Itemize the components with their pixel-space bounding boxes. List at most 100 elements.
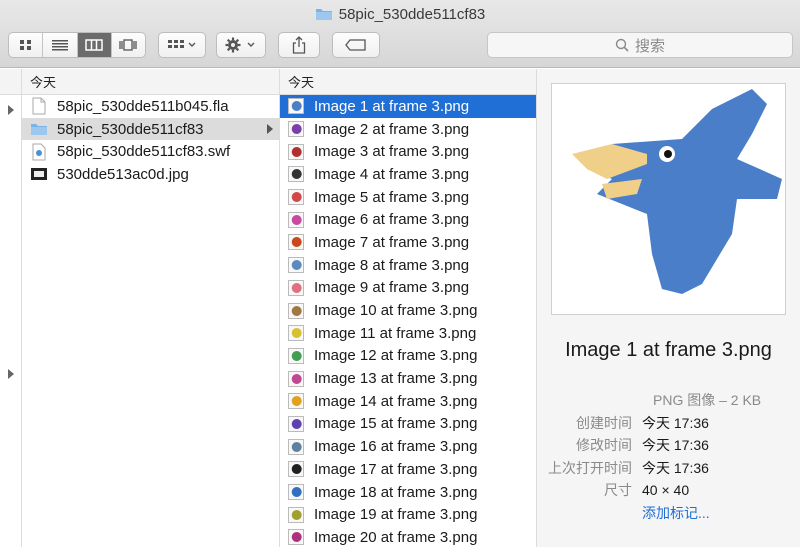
png-thumbnail-icon [288, 121, 304, 138]
grid-icon [19, 40, 31, 50]
list-item[interactable]: 58pic_530dde511cf83 [22, 117, 279, 141]
table-row[interactable]: Image 15 at frame 3.png [280, 413, 536, 436]
file-name: Image 1 at frame 3.png [314, 97, 470, 115]
table-row[interactable]: Image 12 at frame 3.png [280, 345, 536, 368]
files-column-header: 今天 [280, 69, 536, 95]
tag-icon [345, 39, 366, 51]
column-view-button[interactable] [77, 33, 112, 57]
list-item-label: 58pic_530dde511b045.fla [57, 97, 229, 115]
info-value: 今天 17:36 [642, 459, 709, 476]
png-thumbnail-icon [288, 143, 304, 160]
preview-file-name: Image 1 at frame 3.png [565, 339, 772, 361]
view-mode-segmented-control[interactable] [8, 32, 146, 58]
info-row: 尺寸 40 × 40 [537, 479, 800, 502]
edit-tags-button[interactable] [332, 32, 380, 58]
swf-file-icon [30, 143, 48, 161]
table-row[interactable]: Image 17 at frame 3.png [280, 458, 536, 481]
info-value: 今天 17:36 [642, 437, 709, 454]
table-row[interactable]: Image 6 at frame 3.png [280, 208, 536, 231]
group-icon [168, 40, 196, 48]
table-row[interactable]: Image 3 at frame 3.png [280, 140, 536, 163]
table-row[interactable]: Image 14 at frame 3.png [280, 390, 536, 413]
png-thumbnail-icon [288, 529, 304, 546]
table-row[interactable]: Image 4 at frame 3.png [280, 163, 536, 186]
table-row[interactable]: Image 7 at frame 3.png [280, 231, 536, 254]
toolbar: 58pic_530dde511cf83 搜索 [0, 0, 800, 68]
file-name: Image 6 at frame 3.png [314, 211, 470, 229]
list-item[interactable]: 58pic_530dde511cf83.swf [22, 140, 279, 163]
folder-column[interactable]: 今天 58pic_530dde511b045.fla 58pic_530dde51… [22, 69, 280, 547]
image-file-icon [30, 165, 48, 183]
list-item-label: 530dde513ac0d.jpg [57, 165, 189, 183]
table-row[interactable]: Image 9 at frame 3.png [280, 277, 536, 300]
table-row[interactable]: Image 19 at frame 3.png [280, 503, 536, 526]
list-item[interactable]: 530dde513ac0d.jpg [22, 163, 279, 186]
share-icon [292, 36, 306, 54]
file-name: Image 18 at frame 3.png [314, 483, 478, 501]
file-name: Image 2 at frame 3.png [314, 120, 470, 138]
table-row[interactable]: Image 5 at frame 3.png [280, 186, 536, 209]
png-thumbnail-icon [288, 393, 304, 410]
search-icon [615, 38, 629, 52]
folder-icon [30, 120, 48, 138]
disclosure-arrow-icon[interactable] [8, 105, 14, 115]
png-thumbnail-icon [288, 438, 304, 455]
info-row: 修改时间 今天 17:36 [537, 434, 800, 457]
preview-pane: Image 1 at frame 3.png PNG 图像 – 2 KB 创建时… [537, 69, 800, 547]
table-row[interactable]: Image 8 at frame 3.png [280, 254, 536, 277]
add-tags-link[interactable]: 添加标记... [642, 503, 710, 523]
disclosure-arrow-icon[interactable] [8, 369, 14, 379]
file-name: Image 10 at frame 3.png [314, 302, 478, 320]
files-column[interactable]: 今天 Image 1 at frame 3.png Image 2 at fram… [280, 69, 537, 547]
file-name: Image 11 at frame 3.png [314, 324, 477, 342]
png-thumbnail-icon [288, 484, 304, 501]
table-row[interactable]: Image 2 at frame 3.png [280, 118, 536, 141]
document-icon [30, 97, 48, 115]
cover-flow-icon [119, 39, 138, 51]
png-thumbnail-icon [288, 415, 304, 432]
png-thumbnail-icon [288, 370, 304, 387]
file-name: Image 3 at frame 3.png [314, 143, 470, 161]
group-by-button[interactable] [158, 32, 206, 58]
file-name: Image 14 at frame 3.png [314, 392, 478, 410]
gear-icon [225, 37, 255, 53]
info-label: 修改时间 [576, 437, 632, 454]
table-row[interactable]: Image 16 at frame 3.png [280, 435, 536, 458]
png-thumbnail-icon [288, 98, 304, 115]
file-name: Image 13 at frame 3.png [314, 370, 478, 388]
preview-image [551, 83, 786, 315]
info-row: 创建时间 今天 17:36 [537, 412, 800, 435]
list-item[interactable]: 58pic_530dde511b045.fla [22, 95, 279, 118]
columns-icon [85, 39, 103, 51]
info-label: 创建时间 [576, 414, 632, 431]
list-item-label: 58pic_530dde511cf83.swf [57, 143, 231, 161]
file-name: Image 15 at frame 3.png [314, 415, 478, 433]
file-name: Image 12 at frame 3.png [314, 347, 478, 365]
table-row[interactable]: Image 1 at frame 3.png [280, 95, 536, 118]
info-label: 上次打开时间 [548, 459, 632, 476]
png-thumbnail-icon [288, 279, 304, 296]
info-label: 尺寸 [604, 482, 632, 499]
list-item-label: 58pic_530dde511cf83 [57, 120, 204, 138]
parent-column[interactable] [0, 69, 22, 547]
file-name: Image 4 at frame 3.png [314, 165, 470, 183]
action-button[interactable] [216, 32, 266, 58]
table-row[interactable]: Image 11 at frame 3.png [280, 322, 536, 345]
window-title: 58pic_530dde511cf83 [0, 4, 800, 24]
table-row[interactable]: Image 13 at frame 3.png [280, 367, 536, 390]
window-title-text: 58pic_530dde511cf83 [338, 5, 486, 23]
info-value: 今天 17:36 [642, 414, 709, 431]
table-row[interactable]: Image 10 at frame 3.png [280, 299, 536, 322]
file-name: Image 7 at frame 3.png [314, 233, 470, 251]
table-row[interactable]: Image 20 at frame 3.png [280, 526, 536, 547]
share-button[interactable] [278, 32, 320, 58]
parent-column-header [0, 69, 21, 95]
search-field[interactable]: 搜索 [487, 32, 793, 58]
chevron-right-icon [267, 123, 273, 134]
info-row: 上次打开时间 今天 17:36 [537, 457, 800, 480]
table-row[interactable]: Image 18 at frame 3.png [280, 481, 536, 504]
cover-flow-view-button[interactable] [112, 33, 145, 57]
list-view-button[interactable] [43, 33, 78, 57]
preview-info: PNG 图像 – 2 KB 创建时间 今天 17:36 修改时间 今天 17:36 上次… [537, 389, 800, 524]
icon-view-button[interactable] [9, 33, 44, 57]
